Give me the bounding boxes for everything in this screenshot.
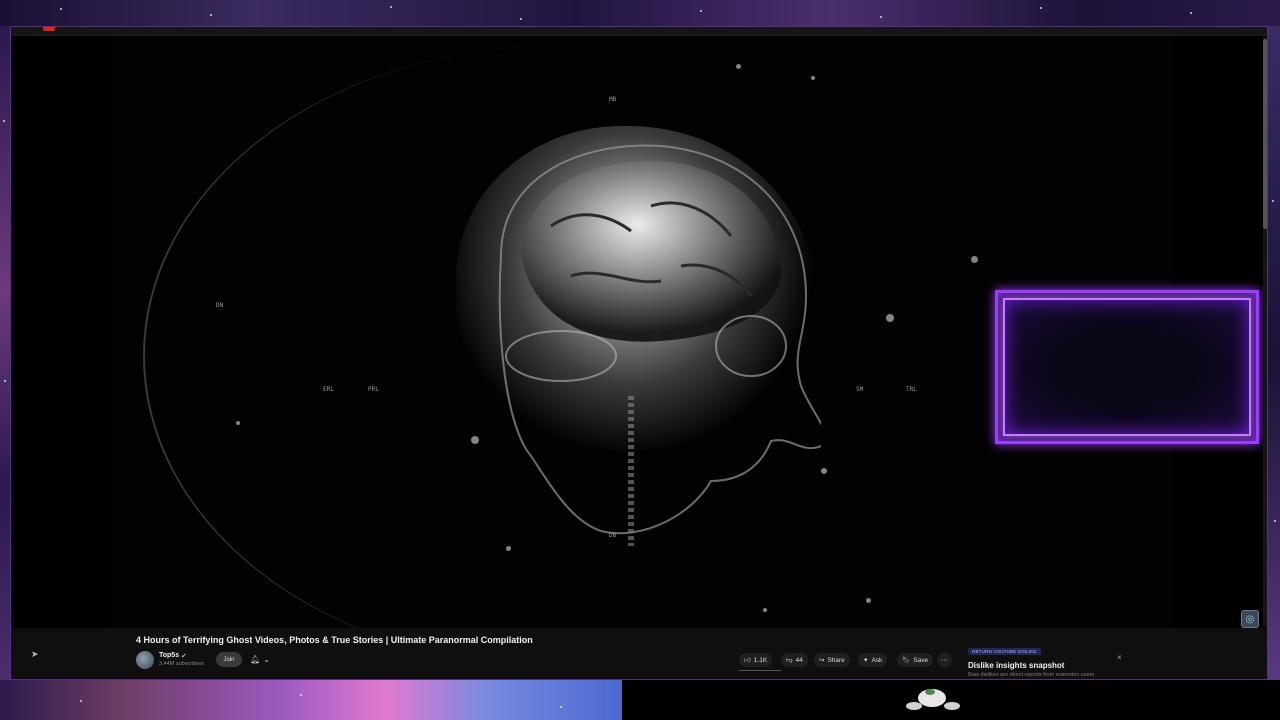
xray-skull-image	[498, 144, 821, 546]
chevron-down-icon: ⌄	[263, 655, 270, 664]
share-label: Share	[827, 656, 845, 664]
hud-label: DN	[216, 302, 224, 309]
hud-label: ERL	[323, 386, 334, 393]
ryd-badge: RETURN YOUTUBE DISLIKE	[968, 648, 1041, 655]
neon-frame-overlay	[995, 290, 1259, 444]
video-title: 4 Hours of Terrifying Ghost Videos, Phot…	[136, 635, 533, 645]
particle	[763, 608, 767, 612]
extension-icon[interactable]: ◎	[1241, 610, 1259, 628]
like-count: 1.1K	[753, 656, 768, 664]
hud-label: SM	[856, 386, 864, 393]
close-icon[interactable]: ×	[1117, 653, 1122, 662]
particle	[886, 314, 894, 322]
ryd-subtitle: Raw dislikes are direct reports from ext…	[968, 672, 1095, 678]
youtube-header	[11, 27, 1267, 36]
join-button[interactable]: Join	[216, 652, 242, 667]
save-button[interactable]: 🔖︎ Save	[897, 653, 934, 667]
browser-window: MB DN ERL SM TRL PRL DB ◎ ➤ 4 Hours of T…	[10, 26, 1268, 680]
star	[80, 700, 82, 702]
dislike-button[interactable]: 👎︎ 44	[781, 653, 808, 667]
star	[60, 8, 62, 10]
star	[1274, 520, 1276, 522]
more-icon: ⋯	[941, 657, 948, 664]
desktop-background-bottom	[0, 680, 622, 720]
share-icon: ↪	[819, 657, 825, 664]
hud-label: PRL	[368, 386, 379, 393]
particle	[971, 256, 978, 263]
like-button[interactable]: 👍︎ 1.1K	[739, 653, 773, 667]
star	[390, 6, 392, 8]
mouse-cursor-icon: ➤	[31, 649, 39, 659]
sparkle-icon: ✦	[863, 657, 869, 664]
particle	[471, 436, 479, 444]
star	[210, 14, 212, 16]
star	[560, 706, 562, 708]
channel-name[interactable]: Top5s	[159, 652, 179, 659]
more-actions-button[interactable]: ⋯	[937, 653, 952, 667]
particle	[236, 421, 240, 425]
hud-label: TRL	[906, 386, 917, 393]
star	[3, 120, 5, 122]
desktop-background-left	[0, 26, 10, 686]
particle	[811, 76, 815, 80]
thumbs-down-icon: 👎︎	[786, 657, 793, 664]
particle	[736, 64, 741, 69]
particle	[821, 468, 827, 474]
star	[700, 10, 702, 12]
star	[1190, 12, 1192, 14]
mascot-icon	[906, 689, 960, 710]
star	[300, 694, 302, 696]
bell-icon: 🔔︎	[250, 655, 261, 664]
star	[1272, 200, 1274, 202]
desktop-background-top	[0, 0, 1280, 26]
hud-label: DB	[609, 532, 617, 539]
scrollbar-thumb[interactable]	[1263, 39, 1267, 229]
ask-label: Ask	[871, 656, 883, 664]
neon-frame-inner	[1003, 298, 1251, 436]
video-info: ➤ 4 Hours of Terrifying Ghost Videos, Ph…	[11, 628, 1267, 679]
ryd-title: Dislike insights snapshot	[968, 661, 1065, 670]
channel-avatar[interactable]	[136, 651, 154, 669]
dislike-count: 44	[795, 656, 803, 664]
star	[880, 16, 882, 18]
particle	[866, 598, 871, 603]
desktop-background-right	[1268, 26, 1280, 686]
thumbs-up-icon: 👍︎	[744, 657, 751, 664]
bookmark-icon: 🔖︎	[902, 657, 911, 664]
share-button[interactable]: ↪ Share	[814, 653, 850, 667]
verified-icon: ✔	[181, 653, 187, 660]
hud-label: MB	[609, 96, 617, 103]
particle	[506, 546, 511, 551]
youtube-logo-icon[interactable]	[43, 27, 55, 31]
ask-button[interactable]: ✦ Ask	[858, 653, 888, 667]
notification-bell-button[interactable]: 🔔︎ ⌄	[246, 652, 274, 667]
subscriber-count: 3.44M subscribers	[159, 661, 204, 667]
save-label: Save	[913, 656, 929, 664]
like-ratio-bar	[739, 670, 781, 671]
video-player[interactable]: MB DN ERL SM TRL PRL DB ◎	[11, 36, 1267, 628]
star	[520, 18, 522, 20]
star	[4, 380, 6, 382]
star	[1040, 7, 1042, 9]
